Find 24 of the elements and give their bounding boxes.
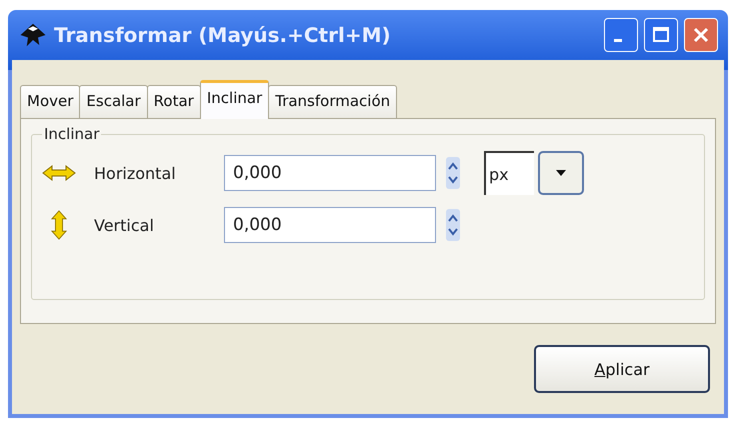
minimize-icon [614, 38, 622, 42]
tab[interactable]: Escalar [79, 85, 148, 118]
close-icon [691, 25, 711, 45]
unit-field[interactable]: px [484, 151, 534, 195]
apply-button[interactable]: Aplicar [534, 345, 710, 393]
spinner-icon[interactable] [446, 209, 460, 241]
tab[interactable]: Inclinar [200, 80, 270, 119]
dropdown-button[interactable] [538, 151, 584, 195]
field-label: Horizontal [94, 164, 177, 182]
maximize-button[interactable] [644, 18, 678, 52]
tab[interactable]: Transformación [268, 85, 398, 118]
field-label: Vertical [94, 216, 155, 234]
tab[interactable]: Rotar [146, 85, 201, 118]
spinner-icon[interactable] [446, 157, 460, 189]
input-field[interactable]: 0,000 [224, 155, 436, 191]
tab[interactable]: Mover [20, 85, 80, 118]
input-field[interactable]: 0,000 [224, 207, 436, 243]
app-icon [18, 22, 48, 48]
maximize-icon [651, 25, 671, 45]
group-title: Inclinar [43, 125, 100, 143]
close-button[interactable] [684, 18, 718, 52]
caret-icon [555, 169, 567, 177]
window-title: Transformar (Mayús.+Ctrl+M) [54, 23, 392, 47]
minimize-button[interactable] [604, 18, 638, 52]
